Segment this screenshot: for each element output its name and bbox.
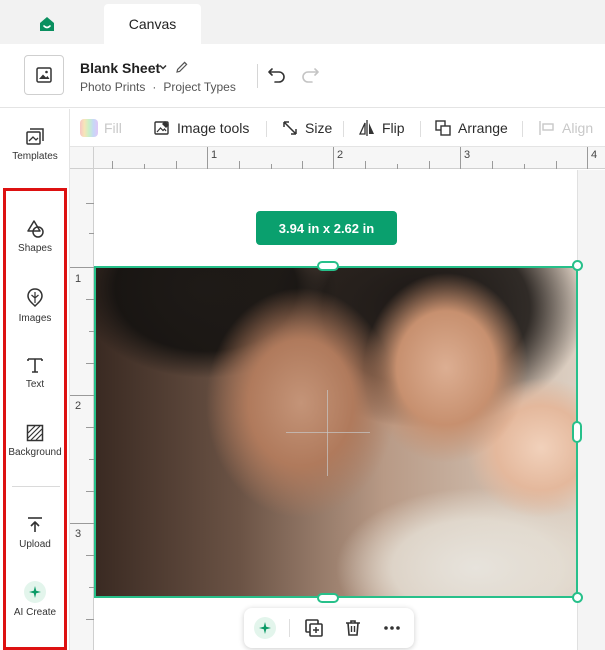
ai-sparkle-icon — [254, 617, 276, 639]
arrange-button[interactable]: Arrange — [434, 119, 508, 137]
project-header: Blank Sheet Photo Prints · Project Types — [0, 44, 605, 108]
ruler-number: 3 — [464, 149, 471, 161]
duplicate-button[interactable] — [303, 617, 325, 639]
fill-button[interactable]: Fill — [80, 119, 122, 137]
ruler-number: 3 — [75, 528, 82, 540]
floating-action-bar — [244, 608, 414, 648]
resize-handle-top[interactable] — [317, 261, 339, 271]
project-title[interactable]: Blank Sheet — [80, 60, 160, 76]
ai-edit-button[interactable] — [254, 617, 276, 639]
sidebar-divider — [12, 486, 60, 487]
sidebar-item-upload[interactable]: Upload — [0, 515, 70, 550]
sidebar-item-label: AI Create — [13, 607, 57, 618]
flip-icon — [358, 120, 374, 136]
flip-button[interactable]: Flip — [358, 119, 405, 137]
fab-divider — [289, 619, 290, 637]
size-button[interactable]: Size — [281, 119, 332, 137]
ruler-left: 1 2 3 — [70, 147, 94, 650]
tab-bar: Canvas — [0, 0, 605, 44]
editing-toolbar: Fill Image tools Size Flip Arrange Align — [70, 109, 605, 147]
resize-handle-right[interactable] — [572, 421, 582, 443]
images-icon — [27, 288, 43, 308]
resize-icon — [283, 121, 297, 135]
templates-icon — [26, 128, 44, 145]
project-product: Photo Prints — [80, 80, 146, 94]
sidebar-item-ai-create[interactable]: AI Create — [0, 581, 70, 618]
toolbar-divider — [420, 121, 421, 137]
image-tools-label: Image tools — [177, 120, 250, 136]
fill-swatch-icon — [80, 119, 98, 137]
sidebar-item-text[interactable]: Text — [0, 355, 70, 390]
more-dots-icon — [384, 626, 400, 630]
toolbar-divider — [522, 121, 523, 137]
center-guide-horizontal — [286, 432, 370, 433]
left-sidebar: Templates Shapes Images Text Background — [0, 109, 70, 650]
sidebar-item-label: Background — [8, 447, 62, 458]
align-button[interactable]: Align — [538, 119, 593, 137]
sidebar-item-shapes[interactable]: Shapes — [0, 219, 70, 254]
size-label: Size — [305, 120, 333, 136]
ruler-number: 2 — [337, 149, 344, 161]
sidebar-item-label: Text — [25, 379, 45, 390]
background-icon — [26, 424, 44, 442]
resize-handle-bottom[interactable] — [317, 593, 339, 603]
project-thumbnail-button[interactable] — [24, 55, 64, 95]
sidebar-item-label: Images — [18, 313, 52, 324]
duplicate-icon — [305, 619, 323, 637]
sidebar-item-label: Upload — [19, 539, 51, 550]
ruler-corner — [70, 147, 94, 169]
trash-icon — [346, 620, 360, 636]
sidebar-item-label: Templates — [12, 151, 58, 162]
image-tools-button[interactable]: Image tools — [153, 119, 249, 137]
tab-canvas[interactable]: Canvas — [104, 4, 201, 44]
align-icon — [539, 121, 554, 135]
dimension-badge: 3.94 in x 2.62 in — [256, 211, 397, 245]
align-label: Align — [562, 120, 594, 136]
sidebar-item-images[interactable]: Images — [0, 287, 70, 324]
ai-sparkle-icon — [24, 581, 46, 603]
arrange-label: Arrange — [458, 120, 508, 136]
fill-label: Fill — [104, 120, 122, 136]
ruler-number: 4 — [591, 149, 598, 161]
sidebar-item-templates[interactable]: Templates — [0, 127, 70, 162]
ruler-number: 1 — [211, 149, 218, 161]
ruler-number: 2 — [75, 400, 82, 412]
project-subtitle: Photo Prints · Project Types — [80, 80, 236, 94]
separator-dot: · — [152, 80, 157, 94]
ruler-number: 1 — [75, 273, 82, 285]
more-options-button[interactable] — [381, 617, 403, 639]
toolbar-divider — [266, 121, 267, 137]
redo-icon[interactable] — [299, 64, 321, 84]
home-icon — [40, 17, 54, 31]
divider — [257, 64, 258, 88]
arrange-icon — [435, 120, 451, 136]
sidebar-item-label: Shapes — [18, 243, 52, 254]
shapes-icon — [27, 220, 44, 238]
chevron-down-icon[interactable] — [158, 62, 168, 72]
text-icon — [27, 358, 43, 373]
flip-label: Flip — [382, 120, 405, 136]
image-tools-icon — [154, 121, 169, 135]
sidebar-item-background[interactable]: Background — [0, 423, 70, 458]
image-icon — [36, 67, 52, 83]
project-types-link[interactable]: Project Types — [163, 80, 235, 94]
upload-icon — [28, 517, 42, 532]
resize-handle-top-right[interactable] — [572, 260, 583, 271]
resize-handle-bottom-right[interactable] — [572, 592, 583, 603]
ruler-top: 1 2 3 4 — [94, 147, 605, 169]
pencil-icon[interactable] — [175, 60, 189, 74]
center-guide-vertical — [327, 390, 328, 476]
undo-icon[interactable] — [266, 64, 288, 84]
home-button[interactable] — [34, 12, 60, 36]
delete-button[interactable] — [342, 617, 364, 639]
toolbar-divider — [343, 121, 344, 137]
